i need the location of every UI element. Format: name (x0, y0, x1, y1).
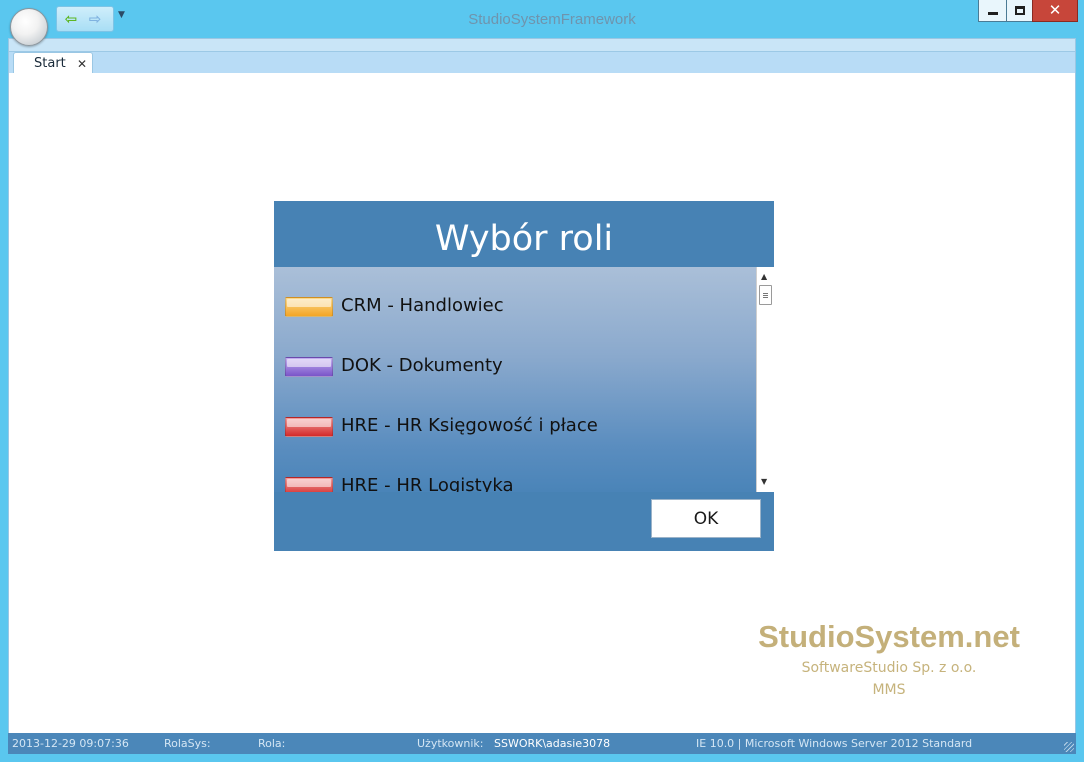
status-datetime: 2013-12-29 09:07:36 (12, 737, 129, 750)
minimize-button[interactable] (978, 0, 1006, 22)
app-window: ⇦ ⇨ ▼ StudioSystemFramework ✕ Start ✕ Wy (0, 0, 1084, 762)
status-environment: IE 10.0 | Microsoft Windows Server 2012 … (696, 737, 973, 750)
tab-close-icon[interactable]: ✕ (77, 57, 87, 71)
status-bar: 2013-12-29 09:07:36 RolaSys: Rola: Użytk… (8, 733, 1076, 754)
role-label: HRE - HR Logistyka (341, 475, 514, 492)
role-color-swatch (285, 357, 333, 377)
scroll-grip-line (763, 295, 768, 296)
role-label: DOK - Dokumenty (341, 355, 503, 376)
role-selection-dialog: Wybór roli CRM - Handlowiec DOK - Dokume… (274, 201, 774, 551)
brand-company: SoftwareStudio Sp. z o.o. (801, 660, 977, 676)
role-list-scrollbar[interactable]: ▲ ▼ (756, 267, 774, 492)
resize-grip-icon[interactable] (1064, 742, 1074, 752)
role-item-hre-ksiegowosc[interactable]: HRE - HR Księgowość i płace (274, 397, 756, 441)
role-item-crm[interactable]: CRM - Handlowiec (274, 277, 756, 321)
maximize-button[interactable] (1006, 0, 1032, 22)
role-list: CRM - Handlowiec DOK - Dokumenty HRE - H… (274, 267, 774, 492)
scroll-up-icon[interactable]: ▲ (761, 272, 767, 281)
close-button[interactable]: ✕ (1032, 0, 1078, 22)
scroll-down-icon[interactable]: ▼ (761, 477, 767, 486)
scroll-grip-line (763, 293, 768, 294)
dialog-title: Wybór roli (434, 219, 614, 259)
role-item-dok[interactable]: DOK - Dokumenty (274, 337, 756, 381)
scroll-thumb[interactable] (759, 285, 772, 305)
brand-name: StudioSystem.net (758, 619, 1020, 654)
application-menu-button[interactable] (10, 8, 48, 46)
minimize-icon (987, 12, 998, 15)
role-color-swatch (285, 477, 333, 492)
tab-label: Start (34, 56, 66, 71)
role-item-hre-logistyka[interactable]: HRE - HR Logistyka (274, 457, 756, 492)
title-bar: ⇦ ⇨ ▼ StudioSystemFramework ✕ (0, 0, 1084, 46)
status-user-value: SSWORK\adasie3078 (494, 737, 611, 750)
status-user-label: Użytkownik: (417, 737, 484, 750)
ok-button[interactable]: OK (651, 499, 761, 538)
brand-subtitle: MMS (872, 682, 906, 698)
tab-start[interactable]: Start ✕ (13, 52, 93, 75)
role-color-swatch (285, 297, 333, 317)
role-label: CRM - Handlowiec (341, 295, 504, 316)
status-rola-label: Rola: (258, 737, 286, 750)
close-icon: ✕ (1048, 1, 1062, 19)
maximize-icon (1014, 6, 1025, 15)
status-rolasys-label: RolaSys: (164, 737, 211, 750)
tab-strip-background (9, 52, 1075, 74)
scroll-grip-line (763, 297, 768, 298)
window-title: StudioSystemFramework (468, 11, 636, 28)
tab-strip: Start ✕ (8, 38, 1076, 75)
role-color-swatch (285, 417, 333, 437)
role-label: HRE - HR Księgowość i płace (341, 415, 598, 436)
window-controls: ✕ (978, 0, 1078, 22)
